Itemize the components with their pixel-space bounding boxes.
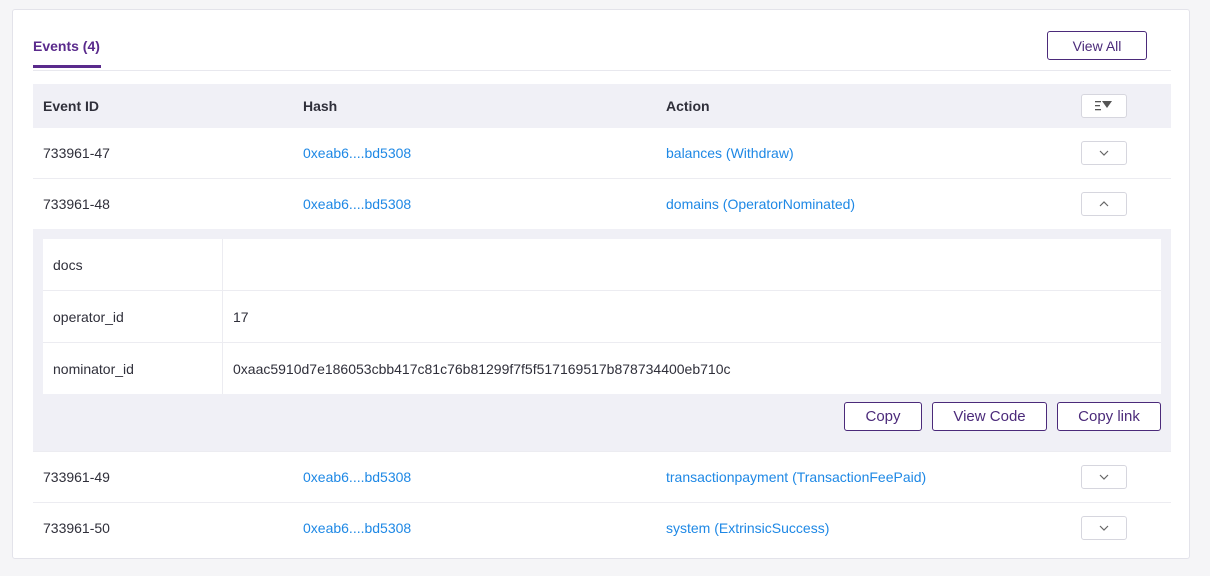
column-header-action: Action [666,98,710,114]
column-header-hash: Hash [303,98,338,114]
filter-sort-icon [1095,101,1112,111]
event-details-panel: docs operator_id 17 nominator_id 0xaac59… [33,229,1171,452]
chevron-up-icon [1099,201,1109,207]
param-row: operator_id 17 [43,291,1161,343]
view-code-button[interactable]: View Code [932,402,1047,431]
expand-row-button[interactable] [1081,465,1127,489]
param-key: docs [43,239,223,290]
hash-link[interactable]: 0xeab6....bd5308 [303,469,411,485]
event-id: 733961-49 [43,469,110,485]
hash-link[interactable]: 0xeab6....bd5308 [303,145,411,161]
filter-button[interactable] [1081,94,1127,118]
action-link[interactable]: transactionpayment (TransactionFeePaid) [666,469,926,485]
chevron-down-icon [1099,474,1109,480]
copy-button[interactable]: Copy [844,402,922,431]
column-header-event-id: Event ID [43,98,100,114]
param-row: nominator_id 0xaac5910d7e186053cbb417c81… [43,343,1161,394]
event-params-table: docs operator_id 17 nominator_id 0xaac59… [43,239,1161,394]
chevron-down-icon [1099,150,1109,156]
hash-link[interactable]: 0xeab6....bd5308 [303,520,411,536]
event-id: 733961-47 [43,145,110,161]
table-row: 733961-49 0xeab6....bd5308 transactionpa… [33,452,1171,503]
events-card: Events (4) View All Event ID Hash Action [12,9,1190,559]
param-value [223,239,233,290]
chevron-down-icon [1099,525,1109,531]
param-key: nominator_id [43,343,223,394]
hash-link[interactable]: 0xeab6....bd5308 [303,196,411,212]
event-id: 733961-48 [43,196,110,212]
tab-events[interactable]: Events (4) [33,38,101,68]
expand-row-button[interactable] [1081,516,1127,540]
action-link[interactable]: balances (Withdraw) [666,145,794,161]
event-id: 733961-50 [43,520,110,536]
param-key: operator_id [43,291,223,342]
events-table: Event ID Hash Action 733961-47 0xeab6...… [33,84,1171,553]
table-row: 733961-50 0xeab6....bd5308 system (Extri… [33,503,1171,553]
action-link[interactable]: domains (OperatorNominated) [666,196,855,212]
param-value: 17 [233,308,249,325]
action-link[interactable]: system (ExtrinsicSuccess) [666,520,829,536]
copy-link-button[interactable]: Copy link [1057,402,1161,431]
table-row: 733961-47 0xeab6....bd5308 balances (Wit… [33,128,1171,179]
table-header: Event ID Hash Action [33,84,1171,128]
expand-row-button[interactable] [1081,141,1127,165]
param-value: 0xaac5910d7e186053cbb417c81c76b81299f7f5… [233,360,731,377]
collapse-row-button[interactable] [1081,192,1127,216]
param-row: docs [43,239,1161,291]
table-row: 733961-48 0xeab6....bd5308 domains (Oper… [33,179,1171,229]
tabs-bar: Events (4) [33,10,1171,71]
view-all-button[interactable]: View All [1047,31,1147,60]
